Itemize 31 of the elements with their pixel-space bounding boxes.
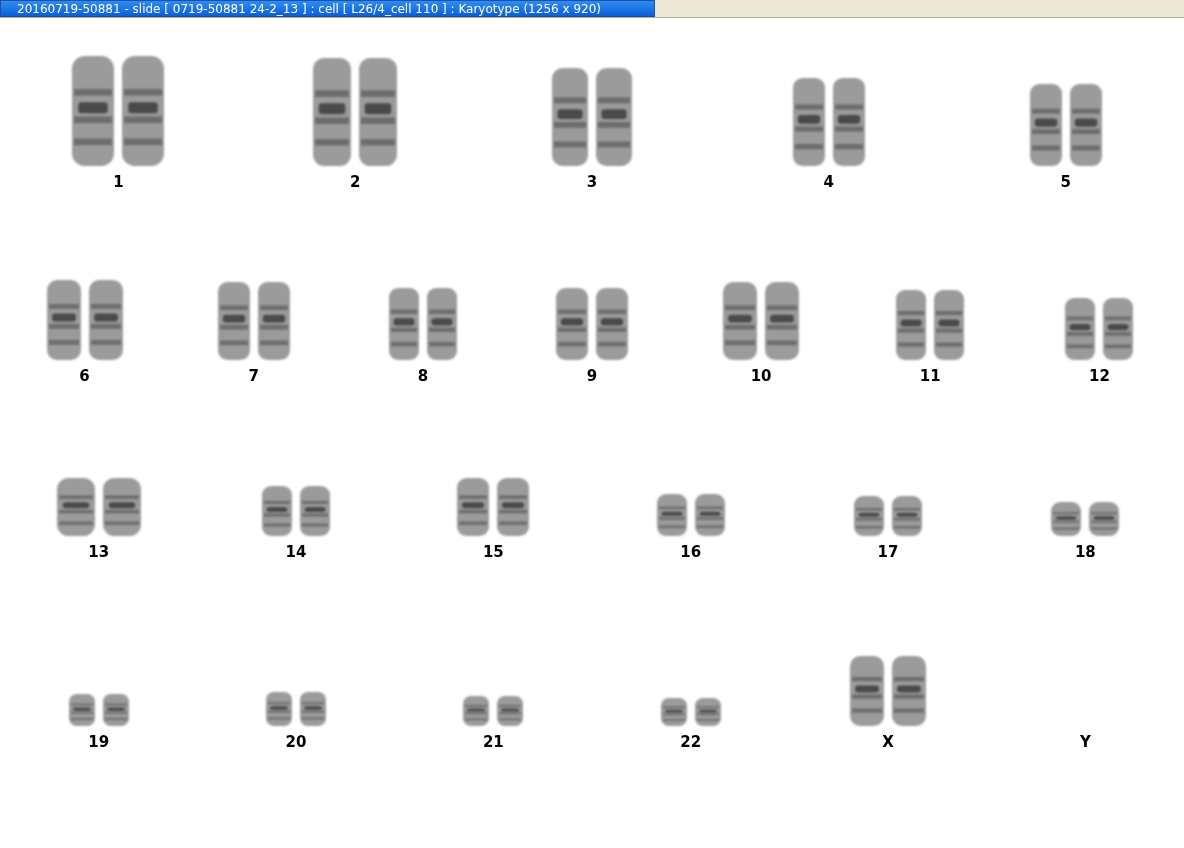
chromosome-number: 21 xyxy=(482,732,504,752)
chromosome-number: 4 xyxy=(823,172,834,192)
chromosome-number: 15 xyxy=(482,542,504,562)
chromosome-number: X xyxy=(882,732,894,752)
chromosome-number: Y xyxy=(1079,732,1091,752)
chromosome-number: 12 xyxy=(1088,366,1110,386)
chromosome-pair-drawing xyxy=(461,696,526,726)
chromosome-number: 6 xyxy=(79,366,90,386)
chromosome-pair-drawing xyxy=(264,692,328,726)
chromosome-number: 16 xyxy=(680,542,702,562)
chromosome-number: 8 xyxy=(417,366,429,386)
chromosome-number: 9 xyxy=(586,366,598,386)
chromosome-number: 3 xyxy=(586,172,598,192)
chromosome-pair-drawing xyxy=(658,698,723,726)
chromosome-number: 11 xyxy=(919,366,941,386)
chromosome-pair-drawing xyxy=(852,496,924,536)
chromosome-number: 5 xyxy=(1060,172,1071,192)
chromosome-number: 18 xyxy=(1074,542,1096,562)
chromosome-pair-drawing xyxy=(260,486,332,536)
chromosome-number: 7 xyxy=(248,366,259,386)
chromosome-pair-drawing xyxy=(66,694,131,726)
chromosome-number: 22 xyxy=(680,732,702,752)
chromosome-number: 1 xyxy=(113,172,124,192)
window-title: 20160719-50881 - slide [ 0719-50881 24-2_13 ] : cell [ L26/4_cell 110 ] : Karyotype (1256 x 920) xyxy=(0,0,655,17)
chromosome-number: 10 xyxy=(750,366,772,386)
chromosome-number: 2 xyxy=(349,172,361,192)
chromosome-number: 19 xyxy=(88,732,110,752)
chromosome-number: 20 xyxy=(285,732,307,752)
chromosome-number: 14 xyxy=(285,542,307,562)
chromosome-number: 13 xyxy=(88,542,110,562)
chromosome-number: 17 xyxy=(877,542,899,562)
